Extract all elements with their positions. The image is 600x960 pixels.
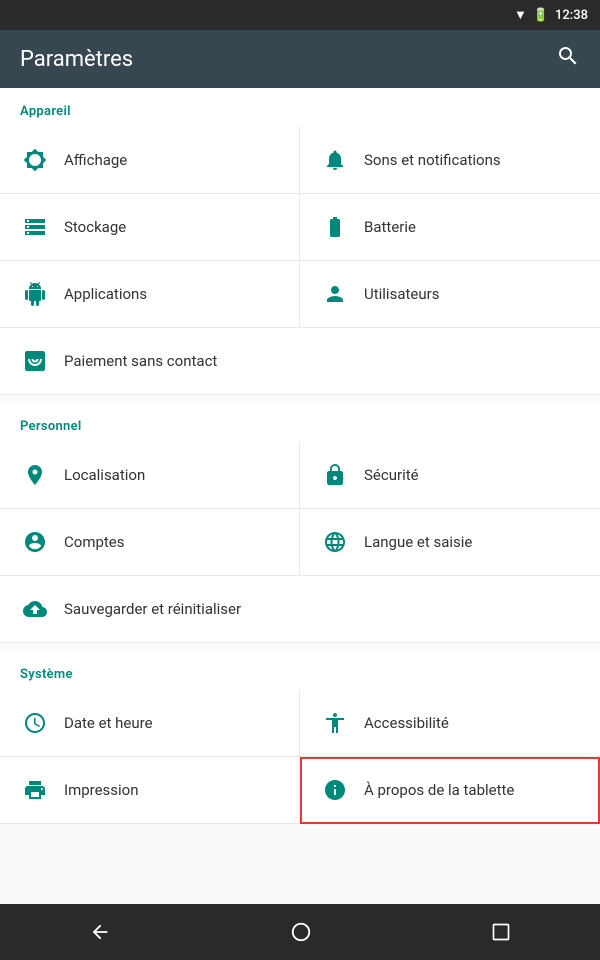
globe-icon	[320, 527, 350, 557]
backup-icon	[20, 594, 50, 624]
nfc-icon	[20, 346, 50, 376]
lock-icon	[320, 460, 350, 490]
sidebar-item-date[interactable]: Date et heure	[0, 690, 300, 757]
applications-label: Applications	[64, 285, 147, 303]
navigation-bar	[0, 904, 600, 960]
apropos-label: À propos de la tablette	[364, 781, 514, 799]
status-icons: ▼ 🔋 12:38	[514, 7, 588, 23]
sidebar-item-sons[interactable]: Sons et notifications	[300, 127, 600, 194]
sauvegarder-label: Sauvegarder et réinitialiser	[64, 600, 241, 618]
sidebar-item-comptes[interactable]: Comptes	[0, 509, 300, 576]
home-button[interactable]	[266, 913, 336, 951]
systeme-grid: Date et heure Accessibilité Impression À…	[0, 690, 600, 824]
sidebar-item-applications[interactable]: Applications	[0, 261, 300, 328]
section-personnel: Personnel Localisation Sécurité Comptes	[0, 403, 600, 643]
info-icon	[320, 775, 350, 805]
sidebar-item-affichage[interactable]: Affichage	[0, 127, 300, 194]
sidebar-item-paiement[interactable]: Paiement sans contact	[0, 328, 600, 395]
android-icon	[20, 279, 50, 309]
wifi-icon: ▼	[514, 7, 527, 23]
bell-icon	[320, 145, 350, 175]
section-header-systeme: Système	[0, 651, 600, 690]
status-time: 12:38	[555, 8, 588, 23]
account-icon	[20, 527, 50, 557]
clock-icon	[20, 708, 50, 738]
langue-label: Langue et saisie	[364, 533, 472, 551]
sidebar-item-utilisateurs[interactable]: Utilisateurs	[300, 261, 600, 328]
top-bar: Paramètres	[0, 30, 600, 88]
sidebar-item-stockage[interactable]: Stockage	[0, 194, 300, 261]
storage-icon	[20, 212, 50, 242]
location-icon	[20, 460, 50, 490]
sons-label: Sons et notifications	[364, 151, 501, 169]
date-label: Date et heure	[64, 714, 153, 732]
status-bar: ▼ 🔋 12:38	[0, 0, 600, 30]
accessibility-icon	[320, 708, 350, 738]
sidebar-item-accessibilite[interactable]: Accessibilité	[300, 690, 600, 757]
sidebar-item-langue[interactable]: Langue et saisie	[300, 509, 600, 576]
settings-content: Appareil Affichage Sons et notifications…	[0, 88, 600, 904]
brightness-icon	[20, 145, 50, 175]
personnel-grid: Localisation Sécurité Comptes Langue et …	[0, 442, 600, 643]
sidebar-item-apropos[interactable]: À propos de la tablette	[300, 757, 600, 824]
section-header-appareil: Appareil	[0, 88, 600, 127]
recent-apps-button[interactable]	[467, 914, 535, 950]
appareil-grid: Affichage Sons et notifications Stockage…	[0, 127, 600, 395]
sidebar-item-securite[interactable]: Sécurité	[300, 442, 600, 509]
comptes-label: Comptes	[64, 533, 125, 551]
sidebar-item-sauvegarder[interactable]: Sauvegarder et réinitialiser	[0, 576, 600, 643]
affichage-label: Affichage	[64, 151, 127, 169]
impression-label: Impression	[64, 781, 139, 799]
sidebar-item-batterie[interactable]: Batterie	[300, 194, 600, 261]
back-button[interactable]	[65, 913, 135, 951]
paiement-label: Paiement sans contact	[64, 352, 217, 370]
section-systeme: Système Date et heure Accessibilité Impr…	[0, 651, 600, 824]
battery-icon: 🔋	[533, 8, 549, 23]
print-icon	[20, 775, 50, 805]
localisation-label: Localisation	[64, 466, 145, 484]
sidebar-item-impression[interactable]: Impression	[0, 757, 300, 824]
section-appareil: Appareil Affichage Sons et notifications…	[0, 88, 600, 395]
accessibilite-label: Accessibilité	[364, 714, 449, 732]
sidebar-item-localisation[interactable]: Localisation	[0, 442, 300, 509]
person-icon	[320, 279, 350, 309]
securite-label: Sécurité	[364, 466, 419, 484]
search-button[interactable]	[556, 44, 580, 74]
stockage-label: Stockage	[64, 218, 126, 236]
page-title: Paramètres	[20, 47, 133, 72]
section-header-personnel: Personnel	[0, 403, 600, 442]
battery-settings-icon	[320, 212, 350, 242]
utilisateurs-label: Utilisateurs	[364, 285, 439, 303]
batterie-label: Batterie	[364, 218, 416, 236]
